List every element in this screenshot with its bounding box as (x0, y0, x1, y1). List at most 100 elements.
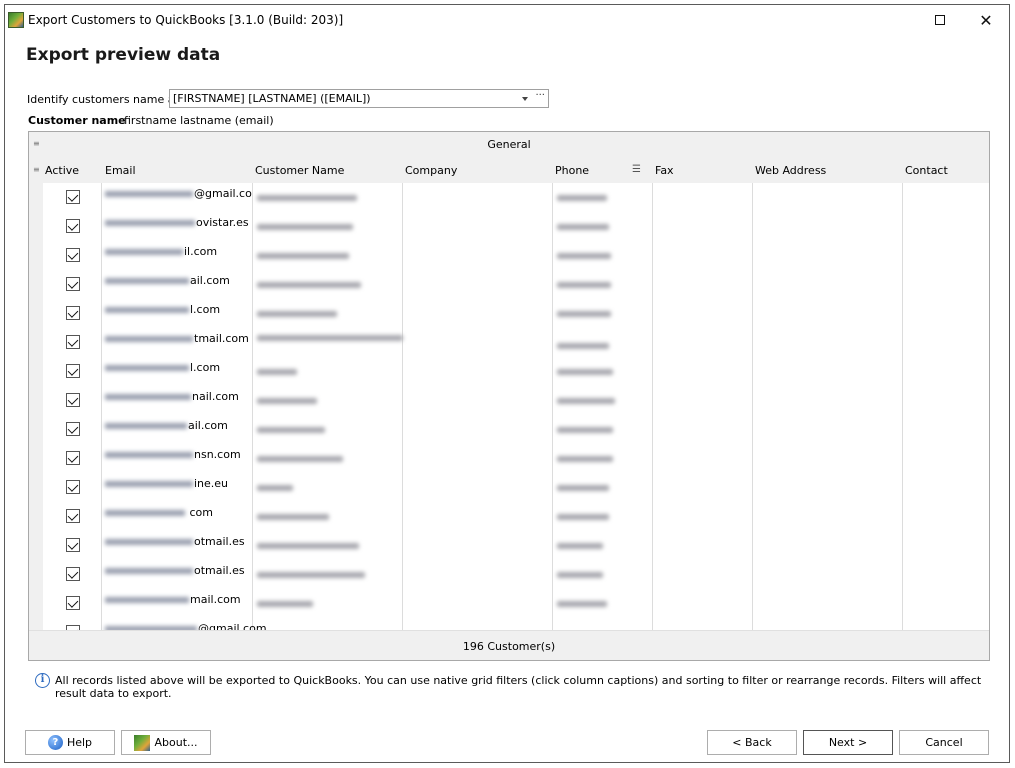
redacted-text (105, 423, 187, 429)
table-row[interactable]: otmail.es (43, 560, 989, 589)
table-row[interactable]: @gmail.com (43, 618, 989, 630)
column-header-email[interactable]: Email (105, 164, 136, 177)
active-checkbox[interactable] (66, 538, 80, 552)
table-row[interactable]: com (43, 502, 989, 531)
active-checkbox[interactable] (66, 480, 80, 494)
active-checkbox[interactable] (66, 277, 80, 291)
table-row[interactable]: l.com (43, 357, 989, 386)
grid-body[interactable]: @gmail.co ovistar.es il.com ail.com l.com tma… (43, 183, 989, 630)
table-row[interactable]: ail.com (43, 270, 989, 299)
window-title: Export Customers to QuickBooks [3.1.0 (B… (28, 13, 344, 27)
help-button[interactable]: ? Help (25, 730, 115, 755)
table-row[interactable]: nsn.com (43, 444, 989, 473)
table-row[interactable]: nail.com (43, 386, 989, 415)
table-row[interactable]: tmail.com (43, 328, 989, 357)
column-header-phone[interactable]: Phone (555, 164, 589, 177)
column-chooser-icon[interactable]: ≡ (33, 165, 40, 174)
phone-cell-redacted (557, 485, 609, 491)
phone-cell-redacted (557, 514, 609, 520)
cancel-button[interactable]: Cancel (899, 730, 989, 755)
redacted-text (105, 394, 191, 400)
active-checkbox[interactable] (66, 393, 80, 407)
table-row[interactable]: ovistar.es (43, 212, 989, 241)
phone-cell-redacted (557, 224, 609, 230)
next-label: Next > (828, 736, 868, 749)
customer-grid[interactable]: ≡ General ≡ Active Email Customer Name C… (28, 131, 990, 661)
email-text: nsn.com (194, 448, 241, 461)
email-cell: @gmail.com (105, 622, 267, 630)
about-button[interactable]: About... (121, 730, 211, 755)
column-header-active[interactable]: Active (45, 164, 79, 177)
email-cell: ovistar.es (105, 216, 249, 229)
email-text: ine.eu (194, 477, 229, 490)
active-checkbox[interactable] (66, 335, 80, 349)
phone-cell-redacted (557, 427, 613, 433)
email-cell: mail.com (105, 593, 241, 606)
phone-cell-redacted (557, 282, 611, 288)
redacted-text (105, 307, 189, 313)
email-cell: ine.eu (105, 477, 228, 490)
customer-name-cell-redacted (257, 398, 317, 404)
phone-cell-redacted (557, 456, 613, 462)
next-button[interactable]: Next > (803, 730, 893, 755)
email-cell: il.com (105, 245, 217, 258)
table-row[interactable]: ine.eu (43, 473, 989, 502)
cancel-label: Cancel (925, 736, 963, 749)
export-wizard-window: Export Customers to QuickBooks [3.1.0 (B… (4, 4, 1010, 763)
customer-name-cell-redacted (257, 282, 361, 288)
column-header-row: ≡ Active Email Customer Name Company Pho… (29, 159, 989, 183)
table-row[interactable]: l.com (43, 299, 989, 328)
help-label: Help (66, 736, 93, 749)
active-checkbox[interactable] (66, 219, 80, 233)
email-cell: l.com (105, 361, 220, 374)
email-text: com (186, 506, 213, 519)
email-cell: ail.com (105, 419, 228, 432)
chevron-down-icon[interactable] (522, 97, 528, 101)
ellipsis-button[interactable]: ··· (535, 90, 545, 101)
column-header-customer-name[interactable]: Customer Name (255, 164, 344, 177)
table-row[interactable]: mail.com (43, 589, 989, 618)
active-checkbox[interactable] (66, 306, 80, 320)
email-text: nail.com (192, 390, 239, 403)
email-text: tmail.com (194, 332, 249, 345)
customer-name-cell-redacted (257, 572, 365, 578)
back-button[interactable]: < Back (707, 730, 797, 755)
email-text: @gmail.com (198, 622, 267, 630)
phone-cell-redacted (557, 195, 607, 201)
active-checkbox[interactable] (66, 190, 80, 204)
email-text: @gmail.co (194, 187, 252, 200)
active-checkbox[interactable] (66, 248, 80, 262)
redacted-text (105, 481, 193, 487)
band-header: ≡ General (29, 132, 989, 156)
column-header-web-address[interactable]: Web Address (755, 164, 826, 177)
customer-name-cell-redacted (257, 224, 353, 230)
active-checkbox[interactable] (66, 451, 80, 465)
customer-name-cell-redacted (257, 543, 359, 549)
customer-name-cell-redacted (257, 485, 293, 491)
column-header-fax[interactable]: Fax (655, 164, 674, 177)
active-checkbox[interactable] (66, 596, 80, 610)
band-label-general[interactable]: General (29, 138, 989, 151)
table-row[interactable]: @gmail.co (43, 183, 989, 212)
email-cell: nsn.com (105, 448, 241, 461)
table-row[interactable]: ail.com (43, 415, 989, 444)
customer-name-cell-redacted (257, 427, 325, 433)
maximize-button[interactable] (917, 5, 963, 35)
email-text: mail.com (190, 593, 241, 606)
active-checkbox[interactable] (66, 364, 80, 378)
table-row[interactable]: il.com (43, 241, 989, 270)
active-checkbox[interactable] (66, 567, 80, 581)
email-text: ail.com (190, 274, 230, 287)
column-header-company[interactable]: Company (405, 164, 457, 177)
sort-icon[interactable]: ☰ (632, 164, 641, 175)
active-checkbox[interactable] (66, 509, 80, 523)
table-row[interactable]: otmail.es (43, 531, 989, 560)
identify-name-format-dropdown[interactable]: [FIRSTNAME] [LASTNAME] ([EMAIL]) ··· (169, 89, 549, 108)
customer-name-cell-redacted (257, 335, 403, 341)
customer-name-label: Customer name (28, 114, 126, 127)
active-checkbox[interactable] (66, 422, 80, 436)
close-button[interactable]: ✕ (963, 5, 1009, 35)
email-text: l.com (190, 361, 221, 374)
column-header-contact[interactable]: Contact (905, 164, 948, 177)
customer-name-cell-redacted (257, 195, 357, 201)
